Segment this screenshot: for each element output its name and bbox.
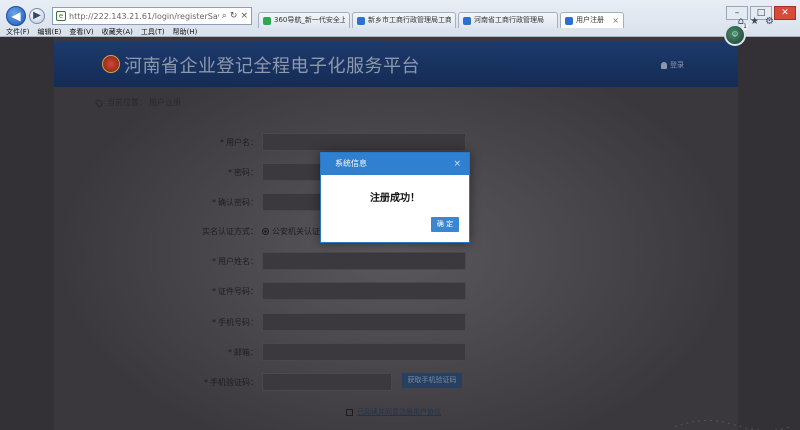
close-button[interactable]: ✕ (774, 6, 796, 20)
row-idnum: * 证件号码： (180, 281, 480, 301)
site-title: 河南省企业登记全程电子化服务平台 (124, 56, 420, 77)
menu-file[interactable]: 文件(F) (6, 28, 30, 37)
settings-icon[interactable]: ⚙ (765, 16, 774, 27)
get-sms-code-button[interactable]: 获取手机验证码 (402, 373, 462, 388)
row-realname: * 用户姓名： (180, 251, 480, 271)
location-pin-icon (94, 97, 104, 108)
confirm-button[interactable]: 确 定 (431, 217, 459, 232)
realname-label: * 用户姓名： (212, 256, 258, 266)
idnum-label: * 证件号码： (212, 286, 258, 296)
confirm-label: * 确认密码： (212, 197, 258, 207)
phone-label: * 手机号码： (212, 317, 258, 327)
system-message-dialog: 系统信息 × 注册成功！ 确 定 (320, 152, 470, 243)
realname-input[interactable] (262, 252, 466, 270)
browser-chrome: ◀ ▶ e http://222.143.21.61/login/registe… (0, 0, 800, 37)
tab-henan[interactable]: 河南省工商行政管理局 (458, 12, 558, 28)
menu-edit[interactable]: 编辑(E) (38, 28, 62, 37)
site-banner: 河南省企业登记全程电子化服务平台 登录 (54, 41, 738, 87)
agreement-link[interactable]: 已阅读并同意注册用户协议 (357, 407, 441, 417)
tab-favicon-icon (263, 16, 271, 25)
tab-favicon-icon (565, 16, 573, 25)
search-icon[interactable]: ⌕ (222, 11, 227, 21)
row-username: * 用户名： (180, 132, 480, 152)
email-label: * 邮箱： (228, 347, 258, 357)
user-icon (661, 61, 667, 69)
favorites-icon[interactable]: ★ (750, 16, 759, 27)
decorative-dots-icon (674, 420, 791, 430)
tab-360[interactable]: 360导航_新一代安全上网导航 (258, 12, 350, 28)
auth-option-label: 公安机关认证 (272, 226, 320, 236)
avatar-icon: ☺ (731, 31, 739, 38)
email-input[interactable] (262, 343, 466, 361)
menu-favorites[interactable]: 收藏夹(A) (102, 28, 133, 37)
refresh-icon[interactable]: ↻ (230, 11, 238, 21)
row-email: * 邮箱： (180, 342, 480, 362)
tab-register[interactable]: 用户注册 × (560, 12, 624, 28)
address-text: http://222.143.21.61/login/registerSave.… (69, 11, 219, 21)
breadcrumb-current: 用户注册 (149, 98, 181, 107)
username-label: * 用户名： (220, 137, 258, 147)
breadcrumb-prefix: 当前位置： (107, 98, 147, 107)
tab-label: 用户注册 (576, 16, 604, 24)
forward-button[interactable]: ▶ (29, 8, 45, 24)
tab-xinxiang[interactable]: 新乡市工商行政管理局工商行... (352, 12, 456, 28)
stop-icon[interactable]: × (240, 11, 248, 21)
agreement: 已阅读并同意注册用户协议 (346, 407, 441, 417)
password-label: * 密码： (228, 167, 258, 177)
dialog-message: 注册成功！ (370, 193, 420, 204)
page-icon: e (56, 11, 66, 21)
idnum-input[interactable] (262, 282, 466, 300)
dialog-header: 系统信息 × (321, 153, 469, 175)
login-label: 登录 (670, 61, 684, 69)
phone-input[interactable] (262, 313, 466, 331)
emblem-icon (102, 55, 120, 73)
smscode-input[interactable] (262, 373, 392, 391)
menu-tools[interactable]: 工具(T) (141, 28, 165, 37)
menu-help[interactable]: 帮助(H) (173, 28, 198, 37)
tab-favicon-icon (463, 16, 471, 25)
tab-label: 360导航_新一代安全上网导航 (274, 16, 345, 24)
dialog-close-icon[interactable]: × (453, 153, 461, 175)
username-input[interactable] (262, 133, 466, 151)
smscode-label: * 手机验证码： (204, 377, 258, 387)
address-bar[interactable]: e http://222.143.21.61/login/registerSav… (52, 7, 252, 25)
login-link[interactable]: 登录 (661, 60, 684, 70)
row-phone: * 手机号码： (180, 312, 480, 332)
avatar[interactable]: ☺ 1 (724, 23, 748, 46)
nav-row: ◀ ▶ e http://222.143.21.61/login/registe… (0, 4, 800, 28)
tab-label: 河南省工商行政管理局 (474, 16, 544, 24)
dialog-title: 系统信息 (335, 159, 367, 168)
back-button[interactable]: ◀ (6, 6, 26, 26)
tab-label: 新乡市工商行政管理局工商行... (368, 16, 451, 24)
menu-bar: 文件(F) 编辑(E) 查看(V) 收藏夹(A) 工具(T) 帮助(H) (0, 28, 800, 37)
avatar-badge: 1 (742, 23, 748, 30)
tab-favicon-icon (357, 16, 365, 25)
tab-close-icon[interactable]: × (612, 13, 619, 28)
radio-selected-icon (262, 227, 269, 235)
menu-view[interactable]: 查看(V) (69, 28, 93, 37)
auth-radio[interactable]: 公安机关认证 (262, 226, 320, 237)
auth-label: 实名认证方式： (202, 226, 258, 236)
breadcrumb: 当前位置： 用户注册 (94, 97, 181, 108)
agree-checkbox[interactable] (346, 408, 353, 416)
